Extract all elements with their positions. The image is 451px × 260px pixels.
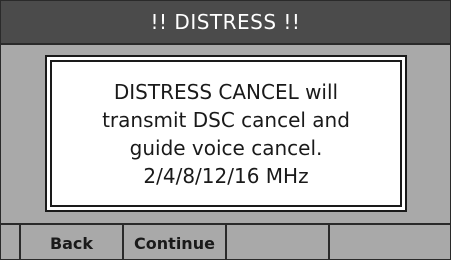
dialog-message-line: DISTRESS CANCEL will [113,79,339,104]
radio-screen: !! DISTRESS !! DISTRESS CANCEL will tran… [0,0,451,260]
dialog-frequency-line: 2/4/8/12/16 MHz [143,163,309,188]
continue-softkey[interactable]: Continue [124,225,227,259]
softkey-4[interactable] [330,225,450,259]
softkey-bar: Back Continue [1,223,450,259]
dialog-message-line: guide voice cancel. [129,135,323,160]
softkey-bar-left-edge [1,225,21,259]
back-softkey[interactable]: Back [21,225,124,259]
screen-title: !! DISTRESS !! [150,10,301,34]
distress-cancel-dialog: DISTRESS CANCEL will transmit DSC cancel… [45,55,407,212]
dialog-message-line: transmit DSC cancel and [102,107,350,132]
softkey-3[interactable] [227,225,330,259]
dialog-content: DISTRESS CANCEL will transmit DSC cancel… [50,60,402,207]
title-bar: !! DISTRESS !! [1,1,450,45]
